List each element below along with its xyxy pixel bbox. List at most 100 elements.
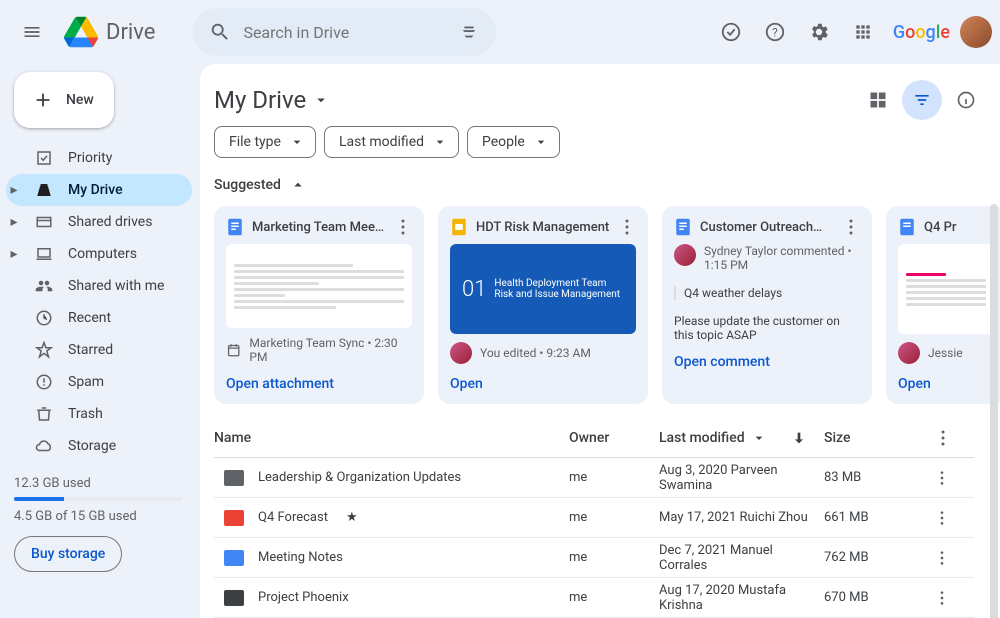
more-icon[interactable] [934,510,950,526]
docs-icon [898,218,916,236]
folder-icon [224,470,244,486]
chevron-up-icon [289,176,307,194]
docs-icon [226,218,244,236]
people-icon [35,277,53,295]
settings-button[interactable] [799,12,839,52]
app-header: Drive ? Google [0,0,1000,64]
more-icon[interactable] [934,429,952,447]
scrollbar[interactable] [990,204,998,618]
new-button[interactable]: New [14,72,114,128]
header-actions: ? Google [711,12,992,52]
table-row[interactable]: Leadership & Organization Updates me Aug… [214,458,974,498]
drive-icon [64,15,98,49]
more-icon[interactable] [394,218,412,236]
caret-down-icon [751,430,767,446]
cloud-icon [35,437,53,455]
sidebar-item-storage[interactable]: Storage [6,430,192,462]
col-owner[interactable]: Owner [569,430,659,446]
new-button-label: New [66,92,94,108]
sidebar-item-shared-drives[interactable]: ▸Shared drives [6,206,192,238]
sidebar-item-spam[interactable]: Spam [6,366,192,398]
table-row[interactable]: Project Phoenix me Aug 17, 2020 Mustafa … [214,578,974,618]
sidebar-item-shared-with-me[interactable]: Shared with me [6,270,192,302]
suggested-card[interactable]: Customer Outreach… Sydney Taylor comment… [662,206,872,404]
svg-text:?: ? [772,26,778,40]
location-title[interactable]: My Drive [214,86,330,114]
chip-file-type[interactable]: File type [214,126,316,158]
editor-avatar [898,342,920,364]
search-bar[interactable] [193,8,496,56]
account-avatar[interactable] [960,16,992,48]
card-action[interactable]: Open comment [674,350,860,370]
search-input[interactable] [243,23,446,42]
more-icon[interactable] [842,218,860,236]
chip-last-modified[interactable]: Last modified [324,126,459,158]
storage-bar [14,497,182,501]
drive-logo[interactable]: Drive [64,15,185,49]
editor-avatar [450,342,472,364]
sidebar-item-computers[interactable]: ▸Computers [6,238,192,270]
help-button[interactable]: ? [755,12,795,52]
sidebar-item-my-drive[interactable]: ▸My Drive [6,174,192,206]
sidebar-item-priority[interactable]: Priority [6,142,192,174]
filter-icon [912,90,932,110]
grid-view-icon [868,90,888,110]
caret-down-icon [432,134,448,150]
sort-arrow-down-icon[interactable] [791,430,807,446]
storage-used-text: 12.3 GB used [14,476,182,491]
search-icon [209,21,231,43]
google-logo[interactable]: Google [893,22,950,43]
col-modified[interactable]: Last modified [659,430,824,446]
info-icon [956,90,976,110]
more-icon[interactable] [934,550,950,566]
col-name[interactable]: Name [214,430,569,446]
folder-icon [224,550,244,566]
more-icon[interactable] [934,590,950,606]
caret-down-icon [289,134,305,150]
help-icon: ? [764,21,786,43]
card-action[interactable]: Open [898,372,994,392]
buy-storage-button[interactable]: Buy storage [14,536,122,572]
storage-summary: 12.3 GB used 4.5 GB of 15 GB used Buy st… [14,476,192,572]
sidebar-item-trash[interactable]: Trash [6,398,192,430]
suggested-section-toggle[interactable]: Suggested [214,170,1000,200]
chip-people[interactable]: People [467,126,560,158]
star-icon: ★ [346,510,358,525]
card-action[interactable]: Open [450,372,636,392]
more-icon[interactable] [934,470,950,486]
main-content: My Drive File type Last modified People … [200,64,1000,618]
clock-icon [35,309,53,327]
col-size[interactable]: Size [824,430,934,446]
apps-grid-icon [853,22,873,42]
caret-down-icon [312,91,330,109]
spam-icon [35,373,53,391]
comment-body: Please update the customer on this topic… [674,314,860,342]
apps-button[interactable] [843,12,883,52]
sidebar-item-recent[interactable]: Recent [6,302,192,334]
filter-chips: File type Last modified People [214,122,1000,170]
card-action[interactable]: Open attachment [226,372,412,392]
folder-icon [224,510,244,526]
caret-down-icon [533,134,549,150]
suggested-card[interactable]: Marketing Team Meetin… Marketing Team Sy… [214,206,424,404]
drive-folder-icon [35,181,53,199]
layout-toggle-button[interactable] [858,80,898,120]
gear-icon [808,21,830,43]
table-row[interactable]: Meeting Notes me Dec 7, 2021 Manuel Corr… [214,538,974,578]
suggested-card[interactable]: Q4 Pr Jessie Open [886,206,1000,404]
table-row[interactable]: Q4 Forecast ★ me May 17, 2021 Ruichi Zho… [214,498,974,538]
sidebar-item-starred[interactable]: Starred [6,334,192,366]
card-thumbnail: 01Health Deployment Team Risk and Issue … [450,244,636,334]
view-filter-button[interactable] [902,80,942,120]
main-menu-button[interactable] [8,8,56,56]
suggested-cards: Marketing Team Meetin… Marketing Team Sy… [214,200,1000,418]
comment-quote: Q4 weather delays [674,286,860,300]
more-icon[interactable] [618,218,636,236]
shared-drives-icon [35,213,53,231]
offline-status-button[interactable] [711,12,751,52]
star-icon [35,341,53,359]
suggested-card[interactable]: HDT Risk Management 01Health Deployment … [438,206,648,404]
details-button[interactable] [946,80,986,120]
search-options-icon[interactable] [458,21,480,43]
hamburger-icon [22,22,42,42]
